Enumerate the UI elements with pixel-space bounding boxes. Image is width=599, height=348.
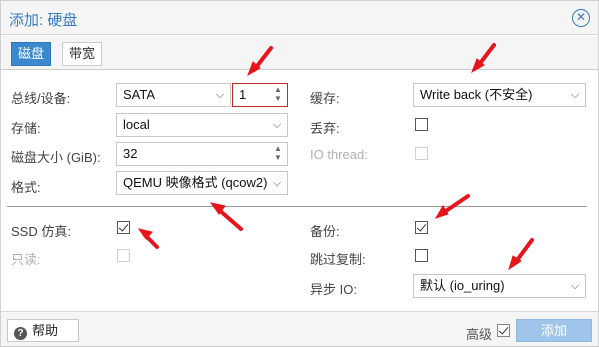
discard-checkbox[interactable] bbox=[415, 118, 428, 131]
chevron-down-icon[interactable]: ⌵ bbox=[565, 84, 585, 106]
storage-value: local bbox=[123, 117, 150, 132]
readonly-label: 只读: bbox=[11, 252, 41, 267]
spinner-up-down-icon[interactable]: ▲ ▼ bbox=[271, 85, 285, 105]
backup-label: 备份: bbox=[310, 224, 340, 239]
tab-bandwidth[interactable]: 带宽 bbox=[62, 42, 103, 66]
bus-select[interactable]: SATA ⌵ bbox=[116, 83, 231, 107]
spinner-up-down-icon[interactable]: ▲ ▼ bbox=[271, 144, 285, 164]
disk-size-label: 磁盘大小 (GiB): bbox=[11, 150, 101, 165]
readonly-checkbox bbox=[117, 249, 130, 262]
disk-size-value: 32 bbox=[123, 146, 138, 161]
help-circle-icon: ? bbox=[14, 327, 27, 340]
bus-value: SATA bbox=[123, 87, 156, 102]
section-divider bbox=[7, 206, 587, 207]
skip-replication-checkbox[interactable] bbox=[415, 249, 428, 262]
dialog-titlebar: 添加: 硬盘 ✕ bbox=[1, 1, 598, 35]
ssd-emulation-label: SSD 仿真: bbox=[11, 224, 71, 239]
backup-checkbox[interactable] bbox=[415, 221, 428, 234]
ssd-emulation-checkbox[interactable] bbox=[117, 221, 130, 234]
cache-value: Write back (不安全) bbox=[420, 87, 533, 102]
annotation-arrow bbox=[441, 194, 470, 215]
chevron-down-icon[interactable]: ⌵ bbox=[267, 172, 287, 194]
annotation-arrow bbox=[513, 238, 534, 265]
dialog-title: 添加: 硬盘 bbox=[9, 12, 78, 29]
iothread-checkbox bbox=[415, 147, 428, 160]
add-button[interactable]: 添加 bbox=[516, 319, 592, 342]
close-icon[interactable]: ✕ bbox=[572, 9, 590, 27]
cache-select[interactable]: Write back (不安全) ⌵ bbox=[413, 83, 586, 107]
annotation-arrow bbox=[216, 207, 243, 231]
format-label: 格式: bbox=[11, 180, 41, 195]
format-value: QEMU 映像格式 (qcow2) bbox=[123, 175, 268, 190]
bus-device-label: 总线/设备: bbox=[11, 91, 71, 106]
cache-label: 缓存: bbox=[310, 91, 340, 106]
annotation-arrowhead bbox=[434, 205, 449, 219]
annotation-arrow bbox=[143, 233, 159, 249]
annotation-arrowhead bbox=[137, 228, 153, 240]
tab-bar: 磁盘 带宽 bbox=[1, 36, 598, 70]
help-button-label: 帮助 bbox=[32, 323, 59, 338]
chevron-down-icon[interactable]: ⌵ bbox=[267, 114, 287, 136]
chevron-down-icon[interactable]: ⌵ bbox=[565, 275, 585, 297]
device-number-spinner[interactable]: 1 ▲ ▼ bbox=[232, 83, 288, 107]
advanced-label: 高级 bbox=[466, 327, 493, 342]
chevron-down-icon[interactable]: ⌵ bbox=[210, 84, 230, 106]
annotation-arrowhead bbox=[209, 202, 226, 215]
tab-disk[interactable]: 磁盘 bbox=[11, 42, 52, 66]
dialog-footer: ? 帮助 高级 添加 bbox=[1, 311, 598, 346]
skip-replication-label: 跳过复制: bbox=[310, 252, 366, 267]
storage-select[interactable]: local ⌵ bbox=[116, 113, 288, 137]
discard-label: 丢弃: bbox=[310, 121, 340, 136]
device-number-value: 1 bbox=[239, 87, 247, 102]
async-io-label: 异步 IO: bbox=[310, 282, 357, 297]
format-select[interactable]: QEMU 映像格式 (qcow2) ⌵ bbox=[116, 171, 288, 195]
advanced-checkbox[interactable] bbox=[497, 324, 510, 337]
add-hard-disk-dialog: 添加: 硬盘 ✕ 磁盘 带宽 总线/设备: SATA ⌵ 1 ▲ ▼ 存储: lo… bbox=[0, 0, 599, 347]
help-button[interactable]: ? 帮助 bbox=[7, 319, 79, 342]
disk-size-input[interactable]: 32 ▲ ▼ bbox=[116, 142, 288, 166]
async-io-value: 默认 (io_uring) bbox=[420, 278, 505, 293]
iothread-label: IO thread: bbox=[310, 147, 368, 162]
annotation-arrowhead bbox=[508, 255, 522, 271]
storage-label: 存储: bbox=[11, 121, 41, 136]
async-io-select[interactable]: 默认 (io_uring) ⌵ bbox=[413, 274, 586, 298]
